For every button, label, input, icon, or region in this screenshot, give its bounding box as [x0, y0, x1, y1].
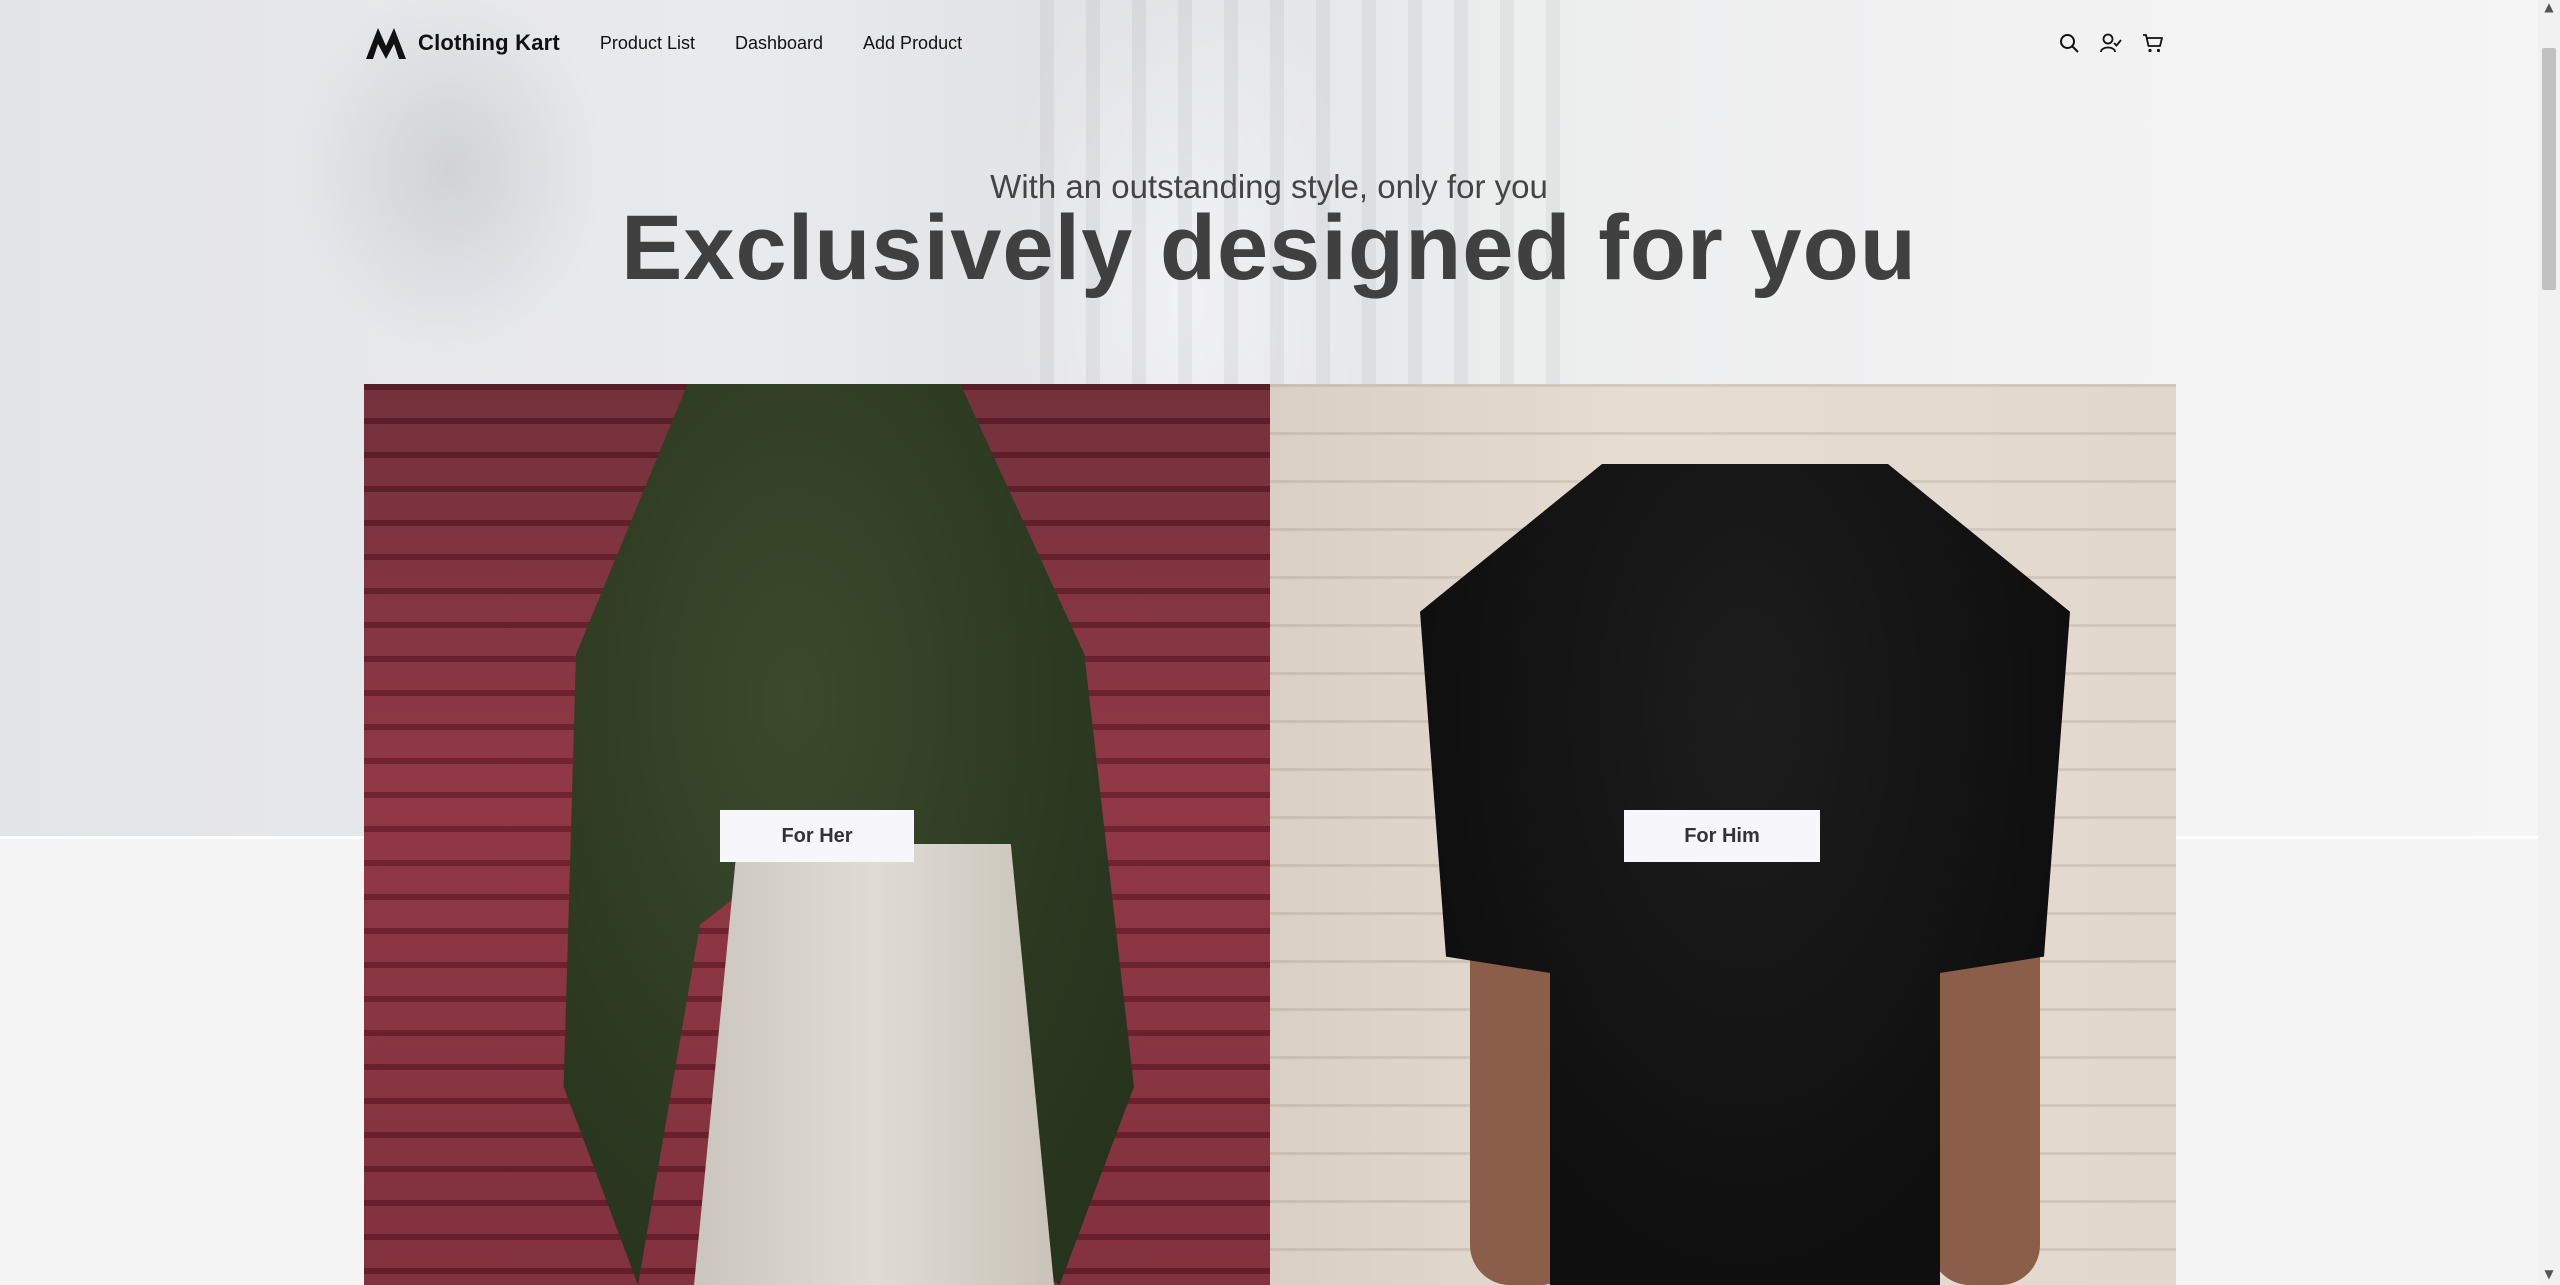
- user-icon[interactable]: [2100, 32, 2122, 54]
- hero-headline: Exclusively designed for you: [621, 197, 1917, 299]
- for-her-button[interactable]: For Her: [720, 810, 914, 862]
- nav-dashboard[interactable]: Dashboard: [735, 33, 823, 54]
- for-him-panel[interactable]: For Him: [1270, 384, 2176, 1285]
- brand-name: Clothing Kart: [418, 30, 560, 55]
- nav-icon-group: [2058, 0, 2164, 86]
- top-navbar: Clothing Kart Product List Dashboard Add…: [364, 0, 2164, 86]
- logo-m-icon: [366, 28, 406, 59]
- scroll-up-arrow-icon[interactable]: ▲: [2538, 0, 2560, 18]
- skirt-image: [694, 844, 1054, 1285]
- nav-add-product[interactable]: Add Product: [863, 33, 962, 54]
- nav-product-list[interactable]: Product List: [600, 33, 695, 54]
- for-her-panel[interactable]: For Her: [364, 384, 1270, 1285]
- scrollbar-thumb[interactable]: [2542, 48, 2556, 290]
- scroll-down-arrow-icon[interactable]: ▼: [2538, 1267, 2560, 1285]
- cart-icon[interactable]: [2142, 32, 2164, 54]
- for-him-button[interactable]: For Him: [1624, 810, 1820, 862]
- search-icon[interactable]: [2058, 32, 2080, 54]
- brand-logo[interactable]: Clothing Kart: [364, 26, 560, 60]
- page-scrollbar[interactable]: ▲ ▼: [2538, 0, 2560, 1285]
